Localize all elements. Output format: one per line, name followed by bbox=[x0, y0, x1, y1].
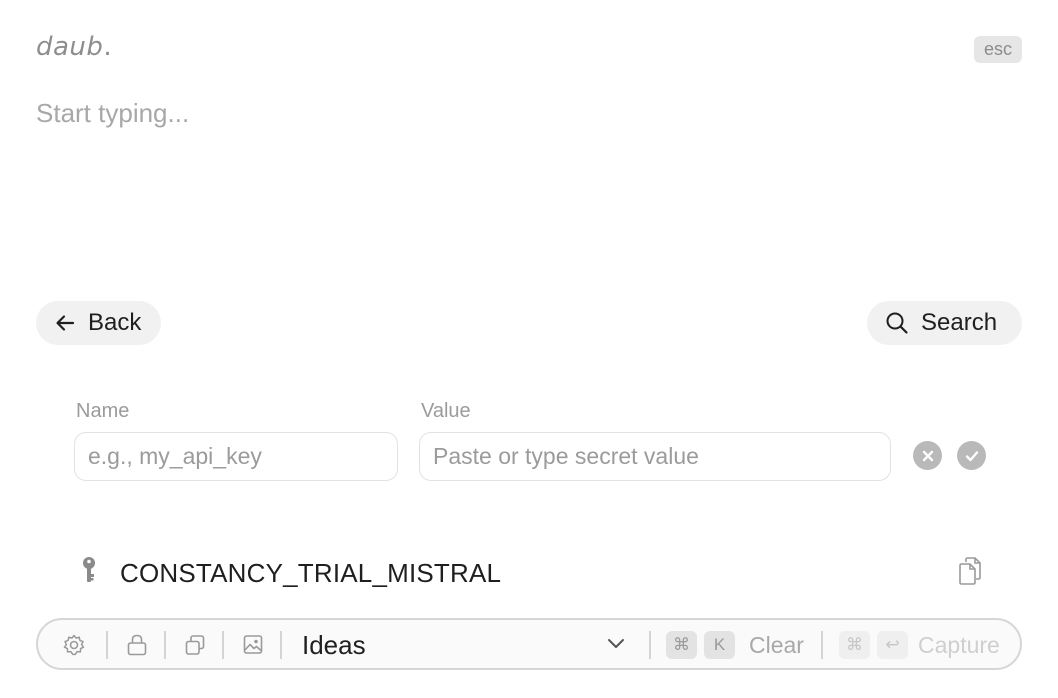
name-label: Name bbox=[76, 400, 130, 422]
chevron-down-icon bbox=[608, 639, 624, 648]
logo-dot: . bbox=[103, 32, 113, 62]
search-icon bbox=[886, 312, 908, 334]
cancel-button[interactable] bbox=[913, 441, 942, 470]
copy-icon[interactable] bbox=[958, 556, 984, 586]
clear-button[interactable]: Clear bbox=[749, 632, 804, 659]
toolbar-divider bbox=[649, 631, 651, 659]
secret-name: CONSTANCY_TRIAL_MISTRAL bbox=[120, 558, 502, 588]
checkmark-icon bbox=[965, 450, 978, 461]
gear-icon[interactable] bbox=[62, 633, 86, 657]
search-label: Search bbox=[921, 309, 998, 336]
value-label: Value bbox=[421, 400, 471, 422]
key-icon bbox=[83, 557, 95, 582]
back-button[interactable]: Back bbox=[36, 301, 161, 345]
command-key-badge: ⌘ bbox=[666, 631, 697, 659]
secret-name-input[interactable] bbox=[74, 432, 398, 481]
secret-value-input[interactable] bbox=[419, 432, 891, 481]
command-key-badge: ⌘ bbox=[839, 631, 870, 659]
logo-text: daub bbox=[36, 32, 104, 62]
duplicate-icon[interactable] bbox=[184, 633, 206, 657]
back-label: Back bbox=[88, 309, 142, 336]
toolbar-divider bbox=[106, 631, 108, 659]
toolbar-divider bbox=[164, 631, 166, 659]
search-button[interactable]: Search bbox=[867, 301, 1022, 345]
secret-list-item[interactable]: CONSTANCY_TRIAL_MISTRAL bbox=[76, 552, 996, 592]
image-icon[interactable] bbox=[242, 633, 264, 657]
toolbar-divider bbox=[222, 631, 224, 659]
esc-button[interactable]: esc bbox=[974, 36, 1022, 63]
lock-icon[interactable] bbox=[126, 633, 148, 657]
close-icon bbox=[922, 450, 933, 461]
confirm-button[interactable] bbox=[957, 441, 986, 470]
toolbar-divider bbox=[821, 631, 823, 659]
bottom-toolbar: Ideas ⌘ K Clear ⌘ ↩ Capture bbox=[36, 618, 1022, 670]
app-logo: daub. bbox=[36, 32, 112, 62]
return-key-badge: ↩ bbox=[877, 631, 908, 659]
app-window: daub. esc Back Search Name Value bbox=[0, 0, 1058, 698]
capture-button[interactable]: Capture bbox=[918, 632, 1000, 659]
toolbar-divider bbox=[280, 631, 282, 659]
notebook-dropdown[interactable]: Ideas bbox=[302, 626, 626, 664]
notebook-selected: Ideas bbox=[302, 629, 366, 660]
k-key-badge: K bbox=[704, 631, 735, 659]
note-composer[interactable] bbox=[36, 98, 1022, 278]
arrow-left-icon bbox=[56, 315, 75, 331]
